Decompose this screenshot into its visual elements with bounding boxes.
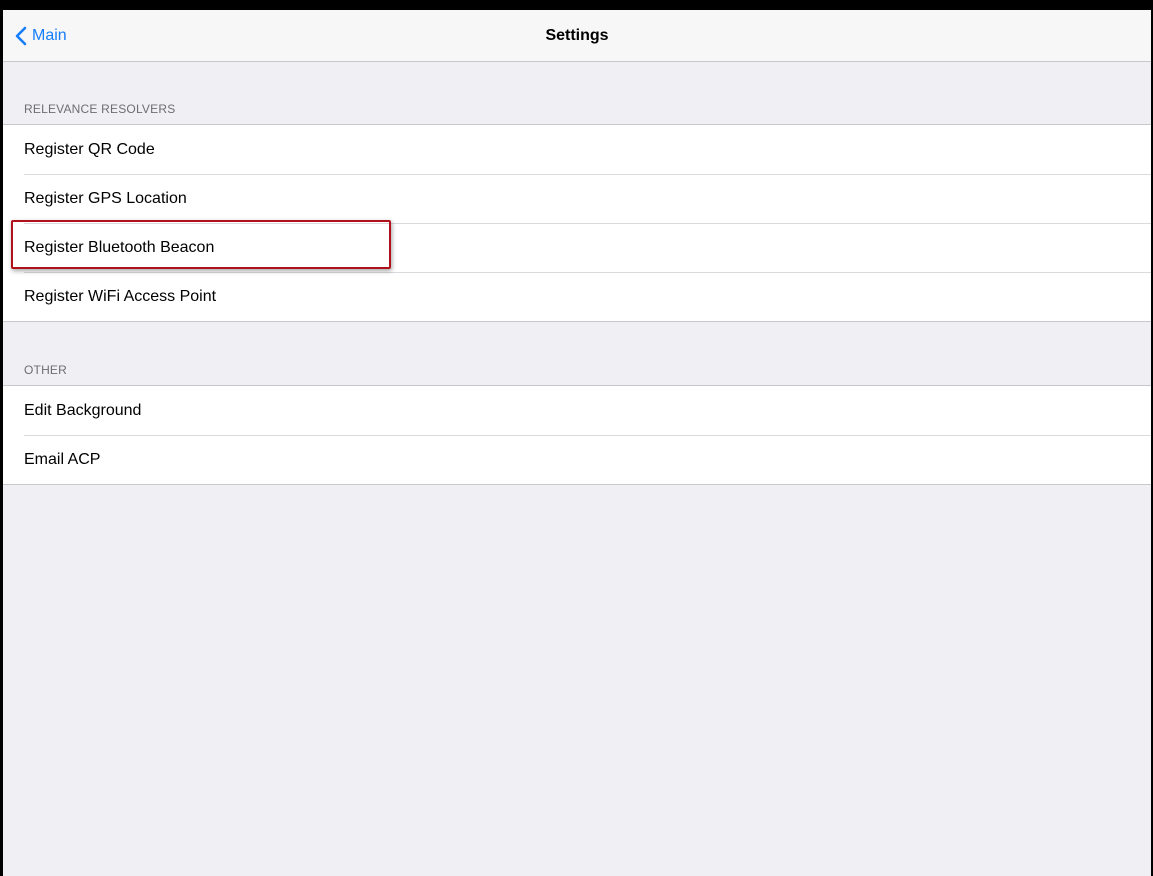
email-acp-row[interactable]: Email ACP (3, 435, 1151, 484)
register-qr-code-row[interactable]: Register QR Code (3, 125, 1151, 174)
settings-screen: Main Settings RELEVANCE RESOLVERS Regist… (0, 10, 1153, 876)
navigation-bar: Main Settings (3, 10, 1151, 62)
page-title: Settings (545, 27, 609, 44)
section-header-relevance-resolvers: RELEVANCE RESOLVERS (24, 102, 176, 116)
register-wifi-access-point-row[interactable]: Register WiFi Access Point (3, 272, 1151, 321)
register-bluetooth-beacon-row[interactable]: Register Bluetooth Beacon (3, 223, 1151, 272)
relevance-resolvers-group: Register QR Code Register GPS Location R… (3, 124, 1151, 322)
other-group: Edit Background Email ACP (3, 385, 1151, 485)
section-header-other: OTHER (24, 363, 67, 377)
edit-background-row[interactable]: Edit Background (3, 386, 1151, 435)
register-gps-location-row[interactable]: Register GPS Location (3, 174, 1151, 223)
